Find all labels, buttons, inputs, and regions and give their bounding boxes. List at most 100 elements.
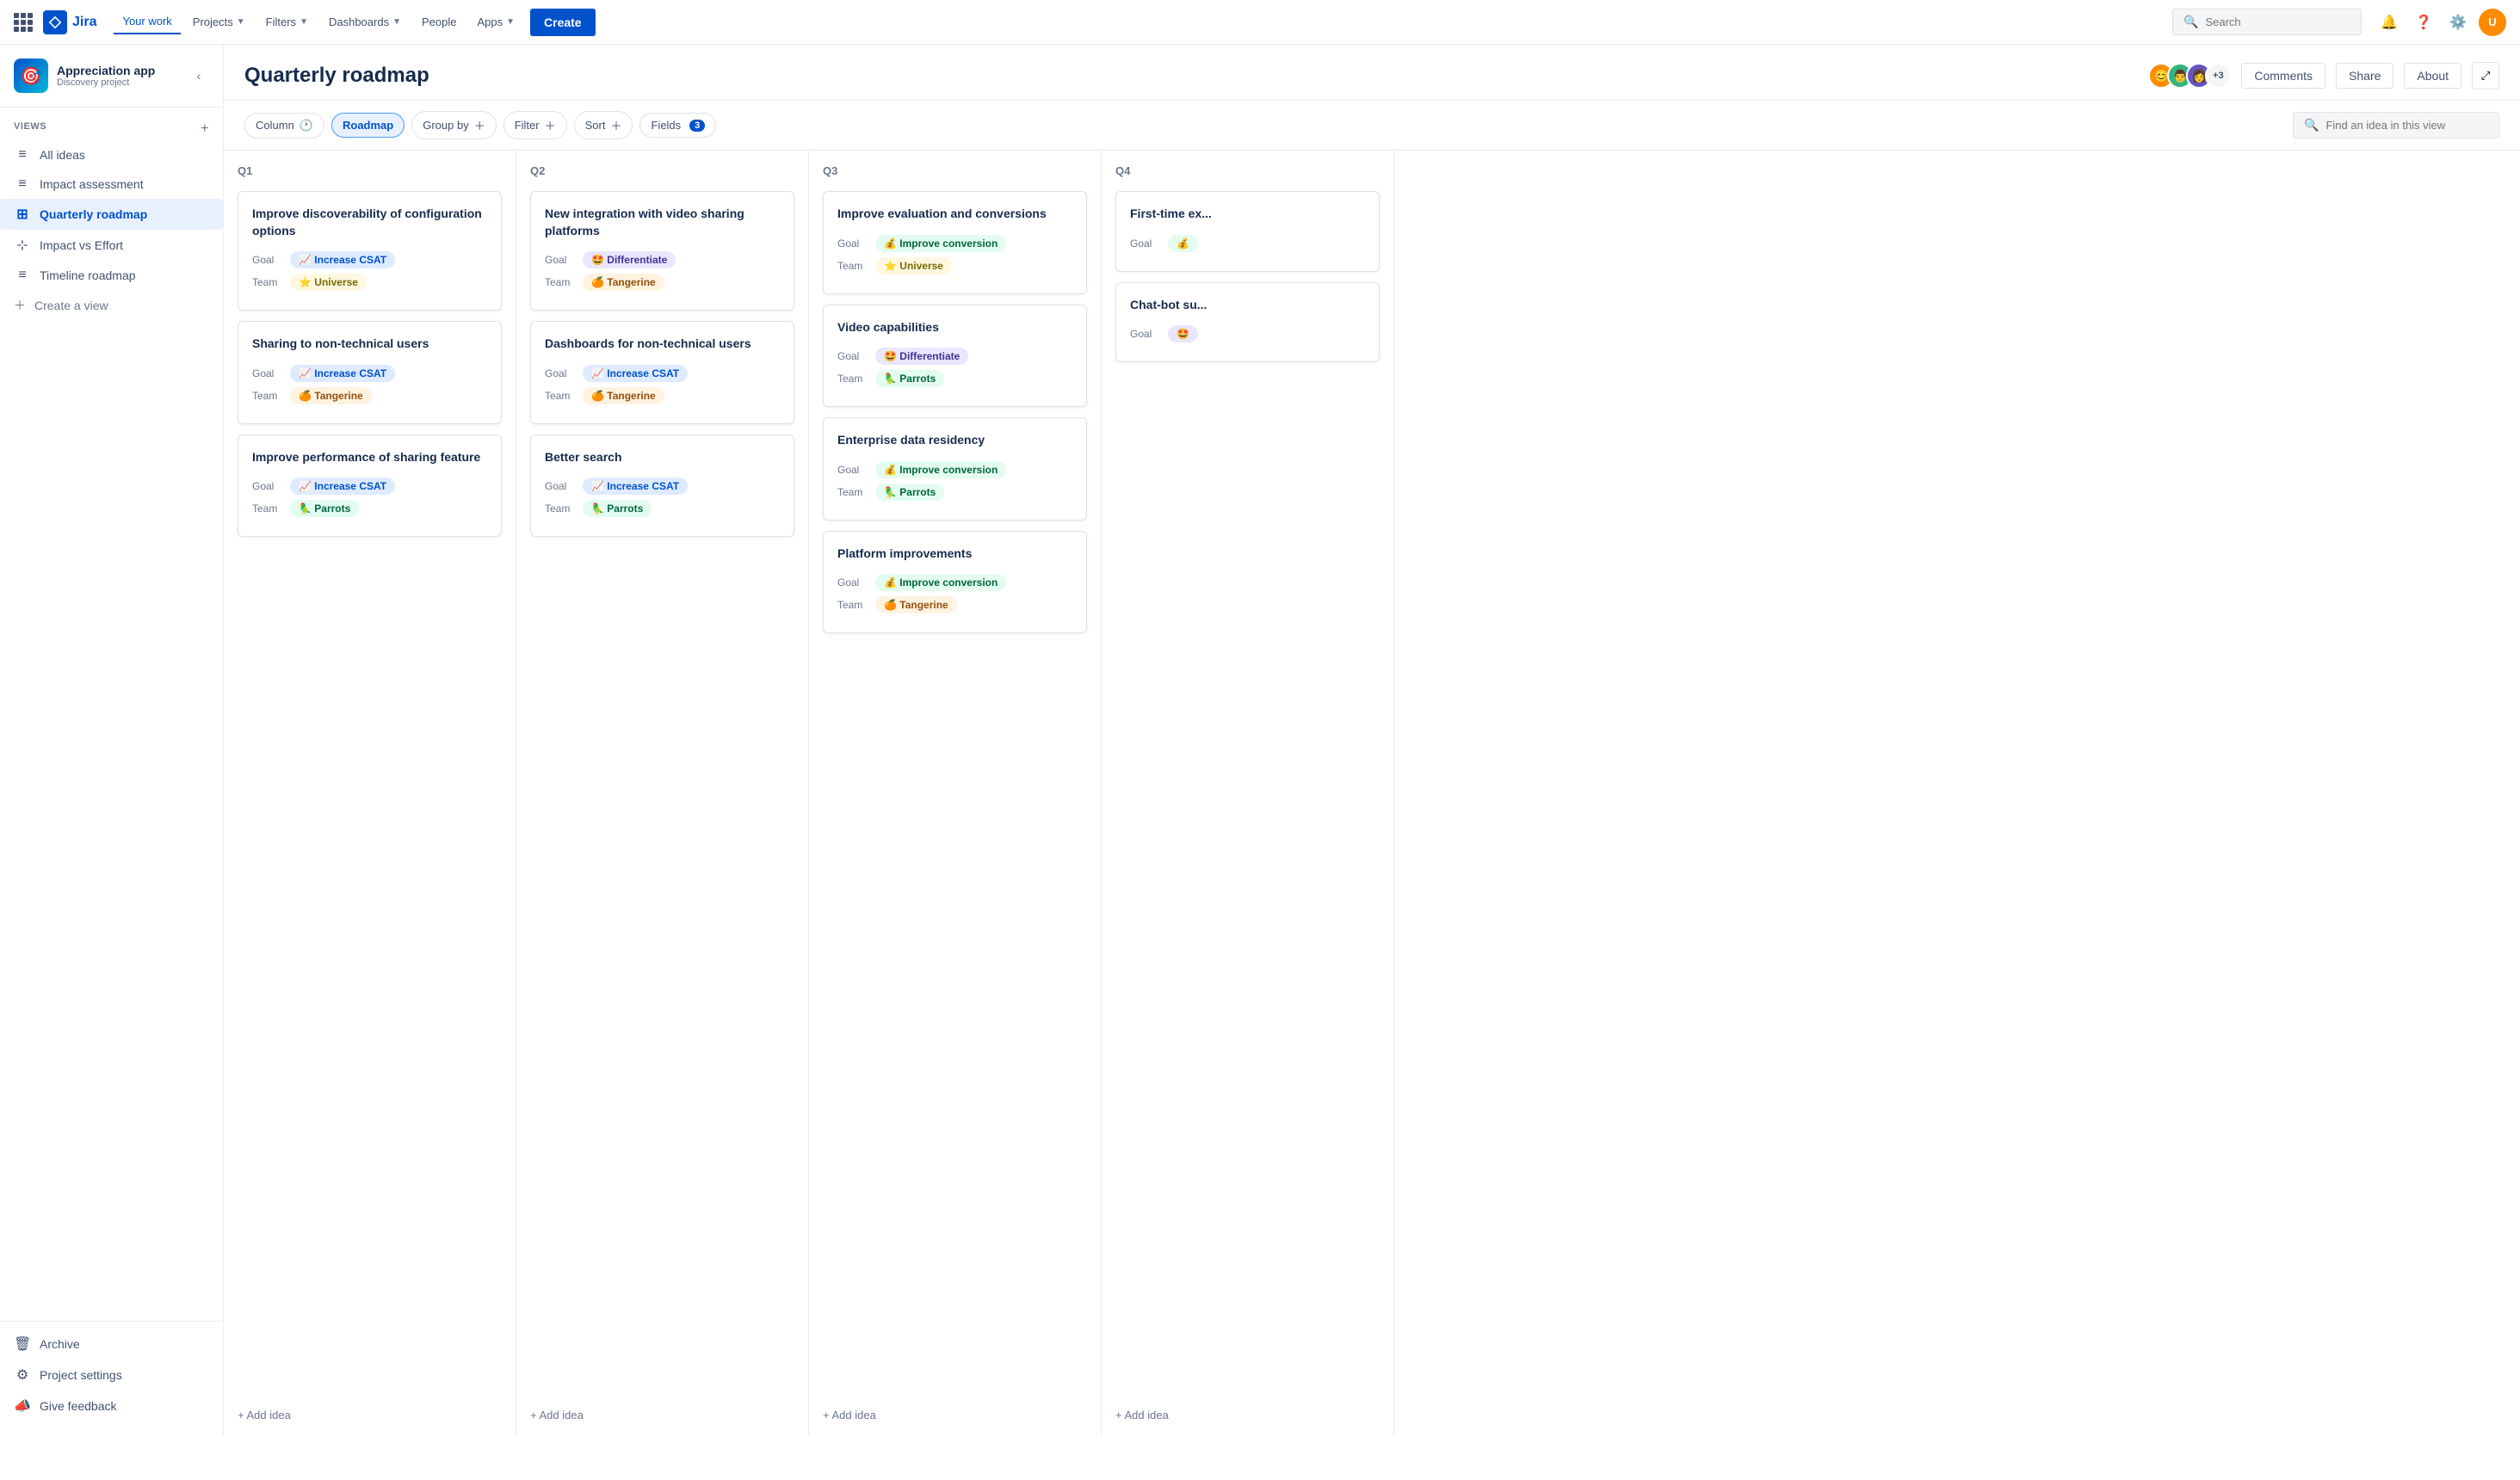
- team-tag[interactable]: 🦜 Parrots: [290, 500, 359, 517]
- goal-tag[interactable]: 🤩: [1168, 325, 1198, 342]
- search-box[interactable]: 🔍: [2172, 9, 2362, 35]
- goal-tag[interactable]: 🤩 Differentiate: [583, 251, 676, 268]
- sort-button[interactable]: Sort ＋: [574, 111, 633, 139]
- table-row[interactable]: New integration with video sharing platf…: [530, 191, 794, 311]
- goal-tag[interactable]: 📈 Increase CSAT: [583, 478, 688, 495]
- card-goal-field: Goal💰 Improve conversion: [837, 235, 1072, 252]
- view-search-input[interactable]: [2325, 119, 2480, 132]
- team-tag[interactable]: 🍊 Tangerine: [583, 387, 664, 404]
- table-row[interactable]: Sharing to non-technical users Goal 📈 Incr…: [238, 321, 502, 424]
- card-title: Sharing to non-technical users: [252, 336, 487, 353]
- team-tag[interactable]: 🦜 Parrots: [875, 370, 944, 387]
- view-search-box[interactable]: 🔍: [2293, 112, 2499, 139]
- team-tag[interactable]: 🍊 Tangerine: [583, 274, 664, 291]
- goal-tag[interactable]: 📈 Increase CSAT: [290, 478, 395, 495]
- table-row[interactable]: First-time ex...Goal💰: [1115, 191, 1380, 272]
- table-row[interactable]: Platform improvementsGoal💰 Improve conve…: [823, 531, 1087, 634]
- sidebar-item-timeline-roadmap[interactable]: ≡ Timeline roadmap: [0, 261, 223, 290]
- column-cards-q4: First-time ex...Goal💰 Chat-bot su...Goal🤩: [1102, 184, 1393, 1398]
- jira-logo[interactable]: Jira: [43, 10, 96, 34]
- projects-nav[interactable]: Projects ▼: [184, 10, 254, 34]
- table-row[interactable]: Improve evaluation and conversionsGoal💰 …: [823, 191, 1087, 294]
- dashboards-nav[interactable]: Dashboards ▼: [320, 10, 410, 34]
- goal-tag[interactable]: 🤩 Differentiate: [875, 348, 968, 365]
- goal-tag[interactable]: 💰 Improve conversion: [875, 461, 1006, 478]
- sidebar-item-label: Timeline roadmap: [40, 268, 136, 282]
- table-row[interactable]: Improve performance of sharing featureGo…: [238, 435, 502, 538]
- roadmap-label: Roadmap: [343, 119, 393, 132]
- team-tag[interactable]: ⭐ Universe: [875, 257, 952, 274]
- sidebar-item-archive[interactable]: 🗑 Archive: [0, 1329, 223, 1360]
- filters-nav[interactable]: Filters ▼: [257, 10, 317, 34]
- sidebar-collapse-button[interactable]: ‹: [188, 65, 209, 86]
- goal-tag[interactable]: 💰 Improve conversion: [875, 235, 1006, 252]
- team-tag[interactable]: 🦜 Parrots: [583, 500, 652, 517]
- goal-label: Goal: [252, 367, 283, 379]
- goal-label: Goal: [252, 480, 283, 492]
- table-row[interactable]: Enterprise data residencyGoal💰 Improve c…: [823, 417, 1087, 521]
- add-idea-q3[interactable]: + Add idea: [809, 1398, 1101, 1435]
- goal-tag[interactable]: 💰: [1168, 235, 1198, 252]
- team-tag[interactable]: 🍊 Tangerine: [875, 596, 957, 614]
- people-nav[interactable]: People: [413, 10, 465, 34]
- avatar-count[interactable]: +3: [2205, 63, 2231, 89]
- card-team-field: Team🍊 Tangerine: [545, 387, 780, 404]
- your-work-nav[interactable]: Your work: [114, 9, 180, 34]
- goal-tag[interactable]: 📈 Increase CSAT: [290, 365, 395, 382]
- table-row[interactable]: Video capabilitiesGoal🤩 DifferentiateTea…: [823, 305, 1087, 408]
- filter-button[interactable]: Filter ＋: [503, 111, 567, 139]
- sidebar-item-all-ideas[interactable]: ≡ All ideas: [0, 140, 223, 170]
- notifications-button[interactable]: 🔔: [2375, 9, 2403, 36]
- comments-button[interactable]: Comments: [2241, 63, 2325, 89]
- add-view-button[interactable]: +: [201, 121, 209, 137]
- table-row[interactable]: Better search Goal📈 Increase CSAT Team🦜 Pa…: [530, 435, 794, 538]
- apps-grid-icon[interactable]: [14, 13, 33, 32]
- about-button[interactable]: About: [2404, 63, 2461, 89]
- share-button[interactable]: Share: [2336, 63, 2393, 89]
- card-team-field: Team🦜 Parrots: [252, 500, 487, 517]
- team-tag[interactable]: 🍊 Tangerine: [290, 387, 372, 404]
- sidebar-item-label: Impact vs Effort: [40, 238, 123, 252]
- main-content: Quarterly roadmap 😊 👨 👩 +3 Comments Shar…: [224, 45, 2520, 1435]
- topnav-icons: 🔔 ❓ ⚙️ U: [2375, 9, 2506, 36]
- create-view-item[interactable]: ＋ Create a view: [0, 290, 223, 321]
- sidebar-item-impact-vs-effort[interactable]: ⊹ Impact vs Effort: [0, 230, 223, 261]
- table-row[interactable]: Chat-bot su...Goal🤩: [1115, 282, 1380, 363]
- list-icon: ≡: [14, 147, 31, 163]
- goal-tag[interactable]: 📈 Increase CSAT: [290, 251, 395, 268]
- fields-button[interactable]: Fields 3: [639, 113, 716, 138]
- sidebar-item-label: Quarterly roadmap: [40, 207, 147, 221]
- column-header-q3: Q3: [809, 151, 1101, 184]
- table-row[interactable]: Improve discoverability of configuration…: [238, 191, 502, 311]
- card-title: Better search: [545, 449, 780, 466]
- expand-button[interactable]: ⤢: [2472, 62, 2499, 89]
- sidebar-item-give-feedback[interactable]: 📣 Give feedback: [0, 1391, 223, 1421]
- help-button[interactable]: ❓: [2410, 9, 2437, 36]
- column-label: Column: [256, 119, 294, 132]
- card-goal-field: Goal🤩 Differentiate: [837, 348, 1072, 365]
- column-button[interactable]: Column 🕐: [244, 113, 324, 139]
- sidebar-item-quarterly-roadmap[interactable]: ⊞ Quarterly roadmap: [0, 199, 223, 230]
- add-idea-q4[interactable]: + Add idea: [1102, 1398, 1393, 1435]
- search-input[interactable]: [2205, 15, 2343, 28]
- roadmap-button[interactable]: Roadmap: [331, 113, 405, 138]
- user-avatar[interactable]: U: [2479, 9, 2506, 36]
- add-idea-q1[interactable]: + Add idea: [224, 1398, 516, 1435]
- settings-button[interactable]: ⚙️: [2444, 9, 2472, 36]
- group-by-button[interactable]: Group by ＋: [411, 111, 497, 139]
- card-team-field: Team🦜 Parrots: [545, 500, 780, 517]
- add-idea-q2[interactable]: + Add idea: [516, 1398, 808, 1435]
- card-goal-field: Goal📈 Increase CSAT: [545, 478, 780, 495]
- goal-tag[interactable]: 💰 Improve conversion: [875, 574, 1006, 591]
- card-team-field: Team⭐ Universe: [252, 274, 487, 291]
- team-tag[interactable]: ⭐ Universe: [290, 274, 367, 291]
- list-icon-2: ≡: [14, 176, 31, 192]
- apps-nav[interactable]: Apps ▼: [468, 10, 523, 34]
- create-button[interactable]: Create: [530, 9, 596, 36]
- sidebar-item-impact-assessment[interactable]: ≡ Impact assessment: [0, 170, 223, 199]
- sidebar-item-project-settings[interactable]: ⚙ Project settings: [0, 1360, 223, 1391]
- team-tag[interactable]: 🦜 Parrots: [875, 484, 944, 501]
- table-row[interactable]: Dashboards for non-technical usersGoal📈 …: [530, 321, 794, 424]
- archive-icon: 🗑: [14, 1335, 31, 1353]
- goal-tag[interactable]: 📈 Increase CSAT: [583, 365, 688, 382]
